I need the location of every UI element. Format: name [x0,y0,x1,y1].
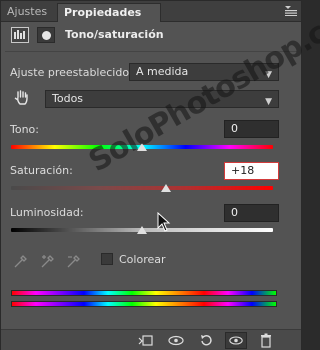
targeted-adjustment-hand-icon[interactable] [13,89,31,107]
levels-icon [14,30,25,39]
panel-tab-bar: Ajustes Propiedades [1,1,301,22]
hue-input[interactable]: 0 [224,120,279,138]
trash-icon[interactable] [255,332,277,349]
saturation-input[interactable]: +18 [224,162,279,180]
visibility-toggle[interactable] [225,332,247,349]
clip-to-layer-icon[interactable] [135,332,157,349]
saturation-slider-thumb[interactable] [160,184,171,192]
eyedropper-minus-icon[interactable] [66,253,82,269]
preset-select-value: A medida [136,65,189,78]
saturation-label: Saturación: [10,164,73,177]
mask-dot [42,31,51,40]
tab-ajustes[interactable]: Ajustes [1,3,54,22]
bottom-toolbar [1,329,301,350]
lightness-slider-thumb[interactable] [137,226,147,234]
reset-icon[interactable] [195,332,217,349]
mouse-cursor-icon [157,212,171,232]
menu-icon[interactable] [285,6,297,16]
mask-icon[interactable] [37,27,55,43]
properties-panel: Ajustes Propiedades Tono/saturación Ajus… [0,0,320,350]
adjustment-title: Tono/saturación [65,28,164,41]
lightness-input[interactable]: 0 [224,204,279,222]
colorize-label[interactable]: Colorear [119,253,166,266]
view-previous-state-icon[interactable] [165,332,187,349]
eyedropper-icon[interactable] [13,253,29,269]
preset-label: Ajuste preestablecido: [10,66,133,79]
colorize-checkbox[interactable] [101,253,113,265]
lightness-label: Luminosidad: [10,206,84,219]
visibility-eye-icon [229,336,243,345]
channel-select-value: Todos [52,92,84,105]
output-color-bar [11,301,277,307]
eyedropper-plus-icon[interactable] [40,253,56,269]
tab-propiedades[interactable]: Propiedades [57,3,161,22]
hue-label: Tono: [10,123,39,136]
input-color-bar [11,290,277,296]
saturation-slider-track[interactable] [11,186,273,190]
chevron-down-icon: ▼ [265,97,272,107]
adjustment-layer-icon[interactable] [11,27,29,43]
